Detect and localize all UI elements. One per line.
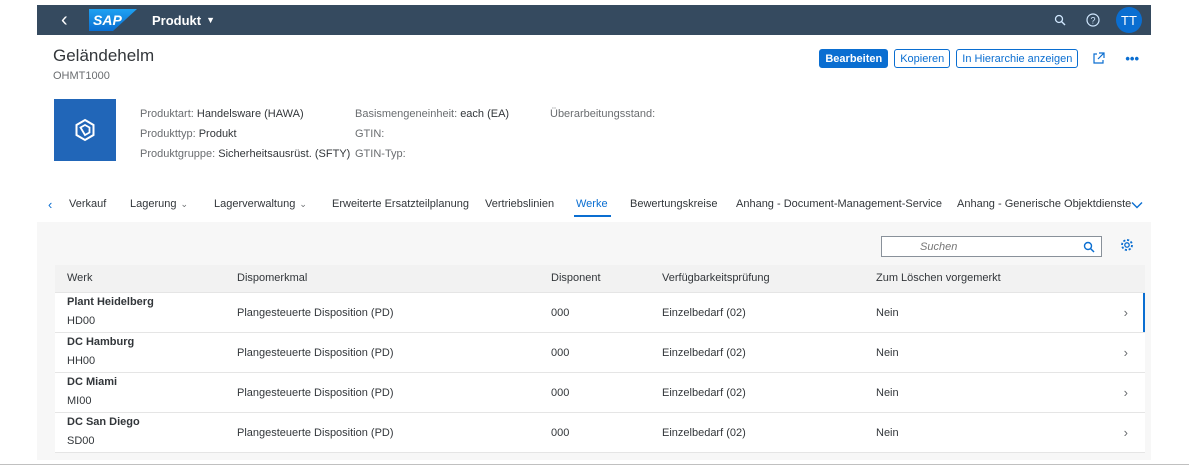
tab-label: Lagerung [130,198,177,210]
table-row[interactable]: Plant Heidelberg HD00 Plangesteuerte Dis… [55,293,1145,333]
attr-value: Sicherheitsausrüst. (SFTY) [218,148,351,160]
attr-value: Handelsware (HAWA) [196,108,304,120]
dispomerkmal-value: Plangesteuerte Disposition (PD) [237,387,394,399]
plant-name: DC San Diego [67,416,140,428]
edit-button[interactable]: Bearbeiten [819,49,889,68]
chevron-right-icon[interactable]: › [1124,305,1128,320]
chevron-down-icon: ⌄ [299,199,307,209]
attr-label: GTIN: [355,128,385,140]
table-header: Werk Dispomerkmal Disponent Verfügbarkei… [55,265,1145,293]
settings-icon[interactable] [1120,238,1134,257]
verfuegbarkeit-value: Einzelbedarf (02) [662,307,746,319]
dispomerkmal-value: Plangesteuerte Disposition (PD) [237,427,394,439]
zum-loeschen-value: Nein [876,307,899,319]
dispomerkmal-value: Plangesteuerte Disposition (PD) [237,307,394,319]
tab-bewertungskreise[interactable]: Bewertungskreise [630,198,717,210]
dispomerkmal-value: Plangesteuerte Disposition (PD) [237,347,394,359]
tab-anhang-gos[interactable]: Anhang - Generische Objektdienste [957,198,1131,210]
zum-loeschen-value: Nein [876,427,899,439]
search-input[interactable] [882,239,1077,254]
shell-actions: ? TT [1034,7,1151,33]
column-header-werk: Werk [67,272,93,284]
sap-logo[interactable]: SAP [89,9,137,31]
plant-name: DC Miami [67,376,118,388]
app-title-menu[interactable]: Produkt ▼ [152,13,215,28]
tab-lagerverwaltung[interactable]: Lagerverwaltung ⌄ [214,198,307,210]
selected-tab-indicator [574,215,611,217]
plant-code: SD00 [67,435,95,447]
chevron-right-icon[interactable]: › [1124,425,1128,440]
verfuegbarkeit-value: Einzelbedarf (02) [662,347,746,359]
attr-label: Produkttyp: [140,128,196,140]
attributes-col-1: Produktart: Handelsware (HAWA) Produktty… [140,104,350,164]
attributes-col-2: Basismengeneinheit: each (EA) GTIN: GTIN… [355,104,509,164]
page-subtitle: OHMT1000 [53,70,110,82]
attr-label: GTIN-Typ: [355,148,406,160]
attr-label: Überarbeitungsstand: [550,108,656,120]
back-icon[interactable]: ‹ [61,5,83,35]
table-row[interactable]: DC Hamburg HH00 Plangesteuerte Dispositi… [55,333,1145,373]
attr-label: Basismengeneinheit: [355,108,458,120]
shell-bar: ‹ SAP Produkt ▼ ? TT [37,5,1151,35]
tab-erweiterte-ersatzteilplanung[interactable]: Erweiterte Ersatzteilplanung [332,198,469,210]
page-divider [0,464,1189,465]
share-icon[interactable] [1092,52,1105,65]
user-avatar[interactable]: TT [1116,7,1142,33]
plant-name: DC Hamburg [67,336,135,348]
caret-down-icon: ▼ [206,15,216,25]
plants-table: Werk Dispomerkmal Disponent Verfügbarkei… [55,265,1145,453]
search-icon[interactable] [1054,14,1066,26]
product-icon [54,99,116,161]
more-icon[interactable]: ••• [1125,51,1139,66]
table-row[interactable]: DC Miami MI00 Plangesteuerte Disposition… [55,373,1145,413]
column-header-dispomerkmal: Dispomerkmal [237,272,308,284]
chevron-down-icon: ⌄ [180,199,189,209]
row-focus-indicator [1143,293,1145,332]
disponent-value: 000 [551,307,570,319]
zum-loeschen-value: Nein [876,347,899,359]
copy-button[interactable]: Kopieren [894,49,951,68]
tab-werke[interactable]: Werke [576,198,608,210]
tabs-scroll-right-icon[interactable] [1131,196,1143,214]
attr-label: Produktart: [140,108,194,120]
attributes-col-3: Überarbeitungsstand: [550,104,655,124]
object-header: Geländehelm OHMT1000 Bearbeiten Kopieren… [37,35,1151,220]
column-header-verfuegbarkeitspruefung: Verfügbarkeitsprüfung [662,272,770,284]
page-title: Geländehelm [53,46,155,65]
disponent-value: 000 [551,427,570,439]
plant-code: MI00 [67,395,92,407]
section-tabs: ‹ Verkauf Lagerung ⌄ Lagerverwaltung ⌄ Erw… [37,195,1151,219]
show-in-hierarchy-button[interactable]: In Hierarchie anzeigen [956,49,1079,68]
chevron-right-icon[interactable]: › [1124,385,1128,400]
plant-code: HH00 [67,355,96,367]
search-icon[interactable] [1077,241,1101,253]
tab-vertriebslinien[interactable]: Vertriebslinien [485,198,554,210]
tabs-scroll-left-icon[interactable]: ‹ [48,197,52,212]
verfuegbarkeit-value: Einzelbedarf (02) [662,427,746,439]
plant-name: Plant Heidelberg [67,296,154,308]
plant-code: HD00 [67,315,96,327]
zum-loeschen-value: Nein [876,387,899,399]
tab-lagerung[interactable]: Lagerung ⌄ [130,198,188,210]
attr-value: Produkt [198,128,237,140]
attr-label: Produktgruppe: [140,148,216,160]
disponent-value: 000 [551,347,570,359]
tab-anhang-dms[interactable]: Anhang - Document-Management-Service [736,198,942,210]
help-icon[interactable]: ? [1086,13,1100,27]
attr-value: each (EA) [460,108,510,120]
app-title: Produkt [152,12,202,28]
chevron-right-icon[interactable]: › [1124,345,1128,360]
werke-section: Werk Dispomerkmal Disponent Verfügbarkei… [37,222,1151,460]
column-header-zum-loeschen: Zum Löschen vorgemerkt [876,272,1001,284]
header-actions: Bearbeiten Kopieren In Hierarchie anzeig… [819,49,1139,68]
search-field[interactable] [881,236,1102,257]
disponent-value: 000 [551,387,570,399]
svg-text:?: ? [1090,15,1095,25]
table-row[interactable]: DC San Diego SD00 Plangesteuerte Disposi… [55,413,1145,453]
tab-label: Lagerverwaltung [214,198,296,210]
tab-verkauf[interactable]: Verkauf [69,198,106,210]
column-header-disponent: Disponent [551,272,601,284]
verfuegbarkeit-value: Einzelbedarf (02) [662,387,746,399]
